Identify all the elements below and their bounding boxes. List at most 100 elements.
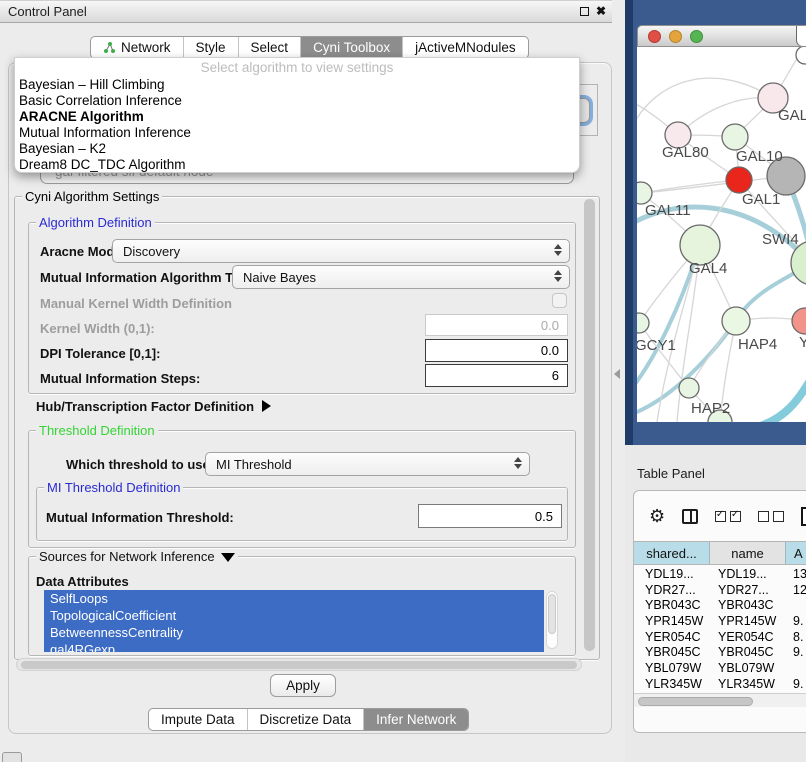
minimize-traffic-light-icon[interactable] [669,30,682,43]
table-cell: 9. [786,614,806,628]
settings-vertical-scrollbar[interactable] [584,199,595,651]
splitpane-handle-icon[interactable] [614,369,620,379]
data-attributes-label: Data Attributes [36,574,129,589]
network-node-gal4[interactable] [680,225,720,265]
network-node-gal11[interactable] [637,182,652,204]
tab-infer-network[interactable]: Infer Network [363,709,468,730]
algorithm-option[interactable]: Bayesian – K2 [15,141,579,157]
table-row[interactable]: YBR045CYBR045C9. [634,644,806,660]
table-cell: YBR045C [634,645,710,659]
algorithm-option[interactable]: Dream8 DC_TDC Algorithm [15,157,579,173]
network-node-hap2[interactable] [679,378,699,398]
manual-kernel-checkbox[interactable] [552,293,567,308]
dpi-tolerance-field[interactable]: 0.0 [425,339,568,362]
aracne-mode-value: Discovery [123,244,180,259]
zoom-traffic-light-icon[interactable] [690,30,703,43]
column-header-partial[interactable]: A [786,542,806,564]
table-horizontal-scrollbar[interactable] [634,693,806,707]
node-label: GAL10 [736,148,783,165]
apply-button-label: Apply [286,678,320,693]
algorithm-option[interactable]: Mutual Information Inference [15,125,579,141]
data-attribute-item[interactable]: gal4RGexp [44,641,544,652]
apply-button[interactable]: Apply [270,674,336,697]
table-browser: ⚙ shared... name A YDL19...YDL19...13YDR… [633,490,806,733]
control-panel-title: Control Panel [8,4,87,19]
node-label: GCY1 [637,337,676,354]
network-node-y[interactable] [792,308,806,334]
float-window-icon[interactable] [580,7,589,16]
which-threshold-combo[interactable]: MI Threshold [205,452,530,476]
table-row[interactable]: YBL079WYBL079W [634,660,806,676]
table-cell: YER054C [634,630,710,644]
mi-type-combo[interactable]: Naive Bayes [232,265,570,289]
network-node[interactable] [796,47,806,64]
columns-icon[interactable] [682,509,698,524]
column-header-shared-name[interactable]: shared... [634,542,710,564]
table-row[interactable]: YDR27...YDR27...12 [634,582,806,598]
hub-definition-toggle[interactable]: Hub/Transcription Factor Definition [36,399,271,414]
table-cell: YDR27... [710,583,786,597]
mi-threshold-label: Mutual Information Threshold: [46,510,234,525]
table-cell: YDL19... [710,567,786,581]
table-row[interactable]: YDL19...YDL19...13 [634,566,806,582]
expand-right-icon [262,400,271,412]
network-node-gal10[interactable] [722,124,748,150]
table-horizontal-thumb[interactable] [638,697,753,706]
tab-style[interactable]: Style [183,37,238,58]
aracne-mode-combo[interactable]: Discovery [112,239,570,263]
table-cell: YBR043C [634,598,710,612]
tab-select-label: Select [251,40,289,55]
node-label: SWI4 [762,231,799,248]
close-traffic-light-icon[interactable] [648,30,661,43]
table-row[interactable]: YBR043CYBR043C [634,597,806,613]
network-node-gcy1[interactable] [637,313,649,333]
attributes-scrollbar-track[interactable] [546,591,558,649]
node-label: GAL1 [742,191,780,208]
table-row[interactable]: YPR145WYPR145W9. [634,613,806,629]
gear-icon[interactable]: ⚙ [649,507,665,525]
table-body: YDL19...YDL19...13YDR27...YDR27...12YBR0… [634,566,806,696]
which-threshold-value: MI Threshold [216,457,292,472]
settings-horizontal-scrollbar[interactable] [16,658,582,671]
network-window-titlebar[interactable] [637,25,806,47]
deselect-all-checkboxes-icon[interactable] [758,511,784,522]
network-icon [103,41,116,54]
settings-horizontal-thumb[interactable] [21,661,577,669]
algorithm-option[interactable]: Basic Correlation Inference [15,93,579,109]
document-icon[interactable] [801,507,806,526]
sources-group-title[interactable]: Sources for Network Inference [36,549,238,564]
data-attribute-item[interactable]: SelfLoops [44,590,544,607]
tab-style-label: Style [196,40,226,55]
table-cell: YBR045C [710,645,786,659]
tab-impute-data[interactable]: Impute Data [149,709,247,730]
data-attributes-list: SelfLoopsTopologicalCoefficientBetweenne… [44,590,544,652]
algorithm-option[interactable]: Bayesian – Hill Climbing [15,77,579,93]
tab-select[interactable]: Select [238,37,301,58]
network-node-labels: GALGAL80GAL10GAL1GAL11GAL4SWI4GCY1HAP4YH… [637,107,806,417]
tab-discretize-data[interactable]: Discretize Data [247,709,364,730]
table-toolbar: ⚙ [634,491,806,541]
kernel-width-field[interactable]: 0.0 [425,314,568,336]
mi-steps-field[interactable]: 6 [425,364,568,387]
close-icon[interactable]: ✖ [596,5,606,17]
tab-network[interactable]: Network [91,37,183,58]
column-header-name[interactable]: name [710,542,786,564]
table-cell: 12 [786,583,806,597]
tab-cyni-toolbox[interactable]: Cyni Toolbox [300,37,402,58]
attributes-scrollbar-thumb[interactable] [548,594,556,634]
table-row[interactable]: YLR345WYLR345W9. [634,676,806,692]
table-row[interactable]: YER054CYER054C8. [634,629,806,645]
control-panel-titlebar: Control Panel ✖ [0,0,612,23]
data-attribute-item[interactable]: BetweennessCentrality [44,624,544,641]
network-canvas[interactable]: GALGAL80GAL10GAL1GAL11GAL4SWI4GCY1HAP4YH… [637,47,806,422]
minimized-panel-icon[interactable] [2,752,22,762]
select-all-checkboxes-icon[interactable] [715,511,741,522]
data-attribute-item[interactable]: TopologicalCoefficient [44,607,544,624]
network-node-gal1[interactable] [726,167,752,193]
table-cell: YPR145W [710,614,786,628]
combo-arrows-icon [554,244,562,256]
network-node-hap4[interactable] [722,307,750,335]
mi-threshold-field[interactable]: 0.5 [418,504,562,528]
algorithm-option[interactable]: ARACNE Algorithm [15,109,579,125]
tab-jactivemnodules[interactable]: jActiveMNodules [402,37,528,58]
